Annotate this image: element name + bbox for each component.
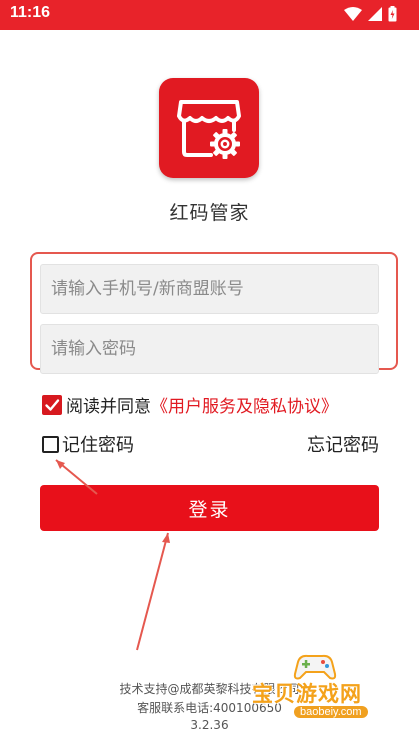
watermark-url: baobeiy.com (294, 706, 368, 718)
arrow-to-login (136, 532, 169, 651)
watermark-name: 宝贝游戏网 (252, 682, 362, 706)
annotation-arrows (55, 459, 170, 651)
watermark: 宝贝游戏网 baobeiy.com (244, 652, 394, 730)
